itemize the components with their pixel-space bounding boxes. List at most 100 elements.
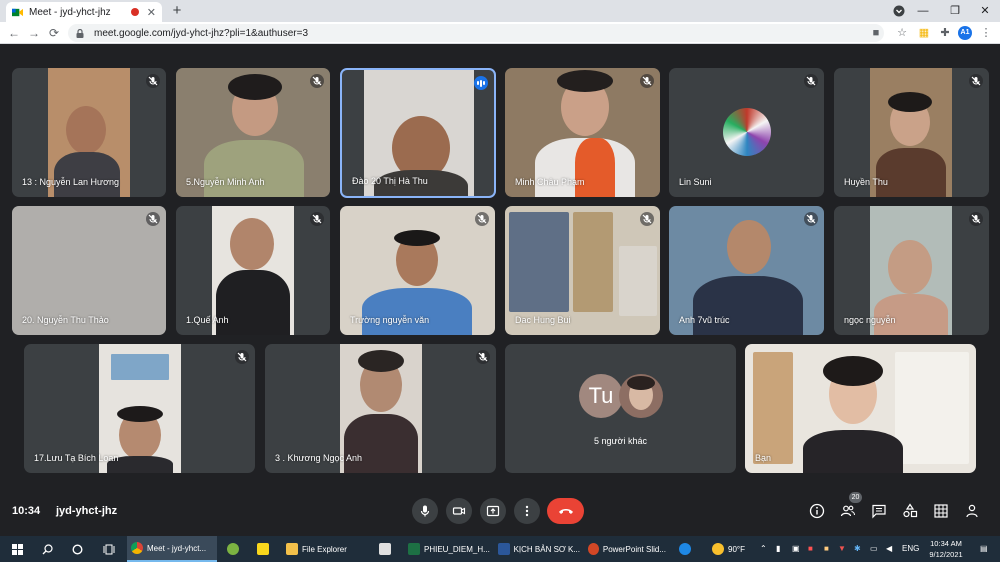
profile-avatar[interactable]: A1 xyxy=(958,26,972,40)
close-window-button[interactable]: ✕ xyxy=(970,0,1000,22)
participant-tile[interactable]: ngọc nguyễn xyxy=(834,206,989,335)
notification-icon[interactable]: ▤ xyxy=(980,536,988,562)
participant-tile[interactable]: Anh 7vũ trúc xyxy=(669,206,824,335)
battery-icon[interactable]: ▭ xyxy=(870,536,878,562)
participant-tile[interactable]: 5.Nguyễn Minh Anh xyxy=(176,68,330,197)
people-button[interactable] xyxy=(839,502,857,520)
bluetooth-icon[interactable]: ✱ xyxy=(854,536,861,562)
present-screen-button[interactable] xyxy=(480,498,506,524)
taskbar-app-label: Meet - jyd-yhct... xyxy=(147,543,207,553)
participant-tile[interactable]: 17.Lưu Tạ Bích Loan xyxy=(24,344,255,473)
taskbar-app-green[interactable] xyxy=(224,536,242,562)
sun-icon xyxy=(712,543,724,555)
participant-tile[interactable]: Minh Châu Phạm xyxy=(505,68,660,197)
activities-shapes-icon xyxy=(903,503,918,518)
participant-tile[interactable]: Dac Hung Bui xyxy=(505,206,660,335)
tray-app-icon[interactable]: ▣ xyxy=(792,536,800,562)
taskbar-app-sticky-notes[interactable] xyxy=(254,536,272,562)
participant-tile[interactable]: 1.Quế Anh xyxy=(176,206,330,335)
close-tab-icon[interactable]: ✕ xyxy=(147,6,156,19)
url-text: meet.google.com/jyd-yhct-jhz?pli=1&authu… xyxy=(94,27,309,39)
folder-icon xyxy=(286,543,298,555)
camera-button[interactable] xyxy=(446,498,472,524)
taskbar-app-pinned[interactable] xyxy=(376,536,394,562)
taskbar-app-label: PHIEU_DIEM_H... xyxy=(424,544,490,554)
participant-tile[interactable]: Huyền Thu xyxy=(834,68,989,197)
participant-name: 20. Nguyễn Thu Thảo xyxy=(22,315,109,325)
forward-button[interactable]: → xyxy=(26,25,42,41)
participant-count-badge: 20 xyxy=(849,492,862,503)
participant-name: Trường nguyễn văn xyxy=(350,315,430,325)
taskbar-app-file-explorer[interactable]: File Explorer xyxy=(282,536,370,562)
mic-off-icon xyxy=(969,74,983,88)
self-view-tile[interactable]: Bạn xyxy=(745,344,976,473)
help-icon xyxy=(679,543,691,555)
speaking-indicator-icon xyxy=(474,76,488,90)
microphone-button[interactable] xyxy=(412,498,438,524)
mic-off-icon xyxy=(310,74,324,88)
bookmark-star-icon[interactable]: ☆ xyxy=(894,25,910,41)
meet-video-grid: 13 : Nguyễn Lan Hương 5.Nguyễn Minh Anh … xyxy=(0,45,1000,535)
tray-app-icon-orange[interactable]: ■ xyxy=(824,536,829,562)
meeting-details-button[interactable] xyxy=(808,502,826,520)
participant-tile[interactable]: 3 . Khương Ngọc Anh xyxy=(265,344,496,473)
maximize-button[interactable]: ❐ xyxy=(940,0,970,22)
mic-off-icon xyxy=(804,212,818,226)
mic-off-icon xyxy=(146,212,160,226)
host-controls-button[interactable] xyxy=(963,502,981,520)
taskbar-app-excel[interactable]: PHIEU_DIEM_H... xyxy=(404,536,490,562)
mic-off-icon xyxy=(476,350,490,364)
grid-view-button[interactable] xyxy=(932,502,950,520)
end-call-button[interactable] xyxy=(547,498,584,524)
tray-app-icon-v[interactable]: ▼ xyxy=(838,536,846,562)
reload-button[interactable]: ⟳ xyxy=(46,25,62,41)
participant-tile[interactable]: 20. Nguyễn Thu Thảo xyxy=(12,206,166,335)
cortana-button[interactable] xyxy=(68,536,86,562)
participant-name: Anh 7vũ trúc xyxy=(679,315,730,325)
participant-initials-avatar: Tu xyxy=(579,374,623,418)
taskbar-app-chrome[interactable]: Meet - jyd-yhct... xyxy=(127,536,217,562)
activities-button[interactable] xyxy=(901,502,919,520)
participant-name: Lin Suni xyxy=(679,177,712,187)
meeting-clock: 10:34 xyxy=(12,505,41,517)
more-menu-icon[interactable]: ⋮ xyxy=(978,25,994,41)
start-button[interactable] xyxy=(8,536,26,562)
word-icon xyxy=(498,543,510,555)
recording-indicator-icon xyxy=(130,8,139,16)
participant-tile-active-speaker[interactable]: Đào 20 Thị Hà Thu xyxy=(340,68,496,198)
browser-tab-meet[interactable]: Meet - jyd-yhct-jhz ✕ xyxy=(6,2,162,22)
extensions-puzzle-icon[interactable]: ✚ xyxy=(937,25,953,41)
address-bar: ← → ⟳ meet.google.com/jyd-yhct-jhz?pli=1… xyxy=(0,22,1000,44)
volume-icon[interactable]: ◀ xyxy=(886,536,892,562)
more-options-button[interactable] xyxy=(514,498,540,524)
taskbar-app-powerpoint[interactable]: PowerPoint Slid... xyxy=(584,536,666,562)
camera-in-use-icon[interactable]: ■ xyxy=(868,25,884,41)
participant-tile[interactable]: Lin Suni xyxy=(669,68,824,197)
meeting-controls-bar: 10:34 jyd-yhct-jhz 20 xyxy=(0,490,1000,535)
participant-name: Đào 20 Thị Hà Thu xyxy=(352,176,428,186)
back-button[interactable]: ← xyxy=(6,25,22,41)
task-view-button[interactable] xyxy=(98,536,120,562)
search-button[interactable] xyxy=(38,536,56,562)
tray-app-icon-red[interactable]: ■ xyxy=(808,536,813,562)
participant-name: Bạn xyxy=(755,453,772,463)
tray-overflow-icon[interactable]: ⌃ xyxy=(760,536,767,562)
input-language[interactable]: ENG xyxy=(902,536,919,562)
other-participants-tile[interactable]: Tu 5 người khác xyxy=(505,344,736,473)
participant-name: 5.Nguyễn Minh Anh xyxy=(186,177,265,187)
participant-name: ngọc nguyễn xyxy=(844,315,896,325)
windows-taskbar: Meet - jyd-yhct... File Explorer PHIEU_D… xyxy=(0,536,1000,562)
chat-button[interactable] xyxy=(870,502,888,520)
system-clock[interactable]: 10:34 AM 9/12/2021 xyxy=(918,538,974,560)
mic-tray-icon[interactable]: ▮ xyxy=(776,536,780,562)
new-tab-button[interactable]: + xyxy=(168,2,186,20)
participant-tile[interactable]: 13 : Nguyễn Lan Hương xyxy=(12,68,166,197)
weather-widget[interactable]: 90°F xyxy=(712,536,745,562)
url-field[interactable]: meet.google.com/jyd-yhct-jhz?pli=1&authu… xyxy=(68,24,884,42)
minimize-button[interactable]: — xyxy=(908,0,938,22)
taskbar-app-help[interactable] xyxy=(676,536,694,562)
participant-tile[interactable]: Trường nguyễn văn xyxy=(340,206,495,335)
taskbar-app-word[interactable]: KỊCH BẢN SƠ K... xyxy=(494,536,580,562)
task-view-icon xyxy=(103,544,115,554)
extension-icon[interactable]: ▦ xyxy=(916,25,932,41)
